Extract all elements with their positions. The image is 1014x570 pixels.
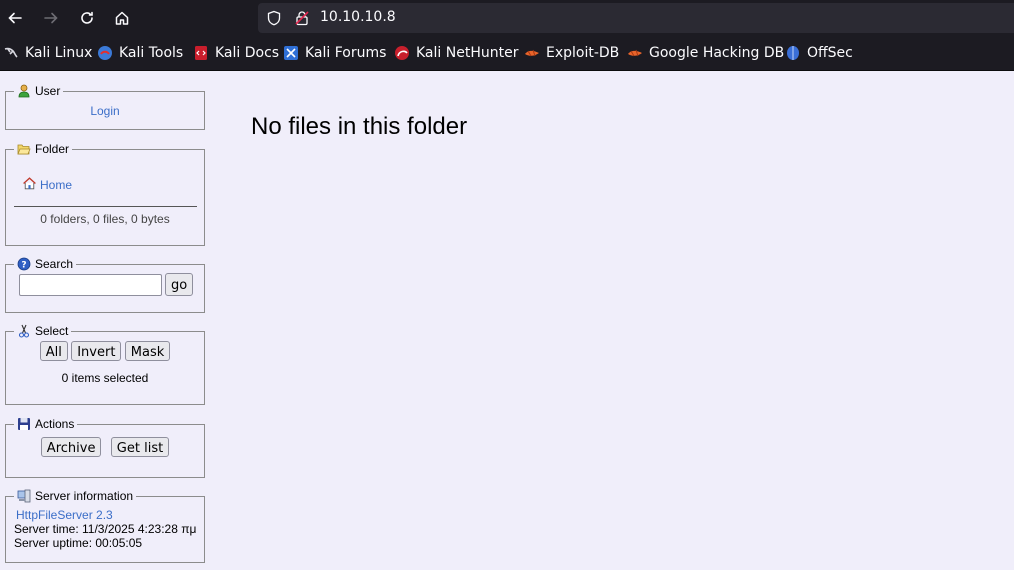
bookmark-label: Kali NetHunter (416, 45, 519, 61)
arrow-right-icon (44, 12, 58, 24)
home-icon (115, 11, 129, 25)
bookmark-kali-docs[interactable]: Kali Docs (193, 44, 279, 62)
home-button[interactable] (110, 6, 134, 30)
kali-tools-icon (98, 46, 112, 60)
login-link[interactable]: Login (90, 104, 119, 118)
url-text[interactable]: 10.10.10.8 (320, 9, 396, 25)
url-bar[interactable]: 10.10.10.8 (258, 3, 1014, 33)
forward-button[interactable] (39, 6, 63, 30)
bookmark-google-hacking-db[interactable]: Google Hacking DB (627, 44, 784, 62)
reload-button[interactable] (75, 6, 99, 30)
ghdb-icon (628, 49, 642, 57)
bookmark-kali-tools[interactable]: Kali Tools (97, 44, 183, 62)
select-invert-button[interactable]: Invert (71, 341, 122, 361)
user-panel-title: User (35, 84, 61, 98)
bookmark-kali-forums[interactable]: Kali Forums (283, 44, 386, 62)
actions-panel: Actions Archive Get list (5, 417, 205, 478)
user-icon (18, 84, 30, 98)
kali-dragon-icon (4, 47, 18, 58)
folder-panel-title: Folder (35, 142, 70, 156)
server-info-panel-legend: Server information (14, 489, 136, 503)
search-panel: ? Search go (5, 257, 205, 313)
floppy-disk-icon (18, 418, 30, 430)
get-list-button[interactable]: Get list (110, 437, 170, 457)
bookmark-label: Exploit-DB (546, 45, 620, 61)
folder-panel: Folder Home 0 folders, 0 files, 0 bytes (5, 142, 205, 246)
bookmark-label: Kali Tools (119, 45, 184, 61)
insecure-lock-icon[interactable] (294, 10, 310, 26)
server-uptime: Server uptime: 00:05:05 (14, 536, 143, 550)
archive-button[interactable]: Archive (40, 437, 102, 457)
server-info-panel: Server information HttpFileServer 2.3 Se… (5, 489, 205, 563)
server-version-link[interactable]: HttpFileServer 2.3 (16, 508, 204, 522)
select-panel-title: Select (35, 324, 69, 338)
arrow-left-icon (8, 12, 22, 24)
search-go-button[interactable]: go (165, 273, 194, 296)
bookmark-label: Kali Docs (215, 45, 280, 61)
bookmark-label: Kali Forums (305, 45, 387, 61)
user-panel-legend: User (14, 84, 63, 98)
offsec-icon (787, 46, 799, 60)
select-all-button[interactable]: All (39, 341, 68, 361)
svg-text:?: ? (21, 261, 26, 271)
bookmark-kali-nethunter[interactable]: Kali NetHunter (394, 44, 518, 62)
scissors-icon (18, 324, 30, 338)
folder-panel-legend: Folder (14, 142, 72, 156)
exploit-db-icon (525, 49, 539, 57)
kali-docs-icon (195, 46, 207, 60)
bookmark-kali-linux[interactable]: Kali Linux (3, 44, 92, 62)
actions-panel-legend: Actions (14, 417, 77, 431)
browser-toolbar: 10.10.10.8 (0, 0, 1014, 36)
actions-panel-title: Actions (35, 417, 75, 431)
search-panel-title: Search (35, 257, 74, 271)
select-panel: Select All Invert Mask 0 items selected (5, 324, 205, 405)
search-input[interactable] (19, 273, 162, 296)
page-content: User Login Folder Home 0 folders, 0 file… (0, 71, 1014, 570)
nethunter-icon (395, 46, 409, 60)
empty-folder-message: No files in this folder (251, 113, 468, 140)
bookmark-label: Kali Linux (25, 45, 93, 61)
bookmark-label: OffSec (807, 45, 853, 61)
back-button[interactable] (3, 6, 27, 30)
server-time: Server time: 11/3/2025 4:23:28 πμ (14, 522, 197, 536)
server-info-panel-title: Server information (35, 489, 134, 503)
search-panel-legend: ? Search (14, 257, 76, 271)
bookmark-exploit-db[interactable]: Exploit-DB (524, 44, 619, 62)
help-question-icon: ? (17, 257, 31, 271)
folder-stats: 0 folders, 0 files, 0 bytes (40, 212, 170, 226)
select-panel-legend: Select (14, 324, 71, 338)
kali-forums-icon (284, 46, 298, 60)
home-folder-icon (23, 176, 36, 189)
user-panel: User Login (5, 84, 205, 130)
reload-icon (81, 11, 93, 24)
shield-icon[interactable] (266, 10, 282, 26)
open-folder-icon (17, 144, 31, 155)
home-folder-link[interactable]: Home (40, 178, 72, 192)
server-computer-icon (17, 489, 31, 503)
selection-status: 0 items selected (61, 371, 149, 385)
folder-divider (14, 206, 197, 207)
bookmark-label: Google Hacking DB (649, 45, 785, 61)
bookmarks-toolbar: Kali Linux Kali Tools Kali Docs Kali For… (0, 36, 1014, 71)
select-mask-button[interactable]: Mask (124, 341, 171, 361)
bookmark-offsec[interactable]: OffSec (785, 44, 853, 62)
